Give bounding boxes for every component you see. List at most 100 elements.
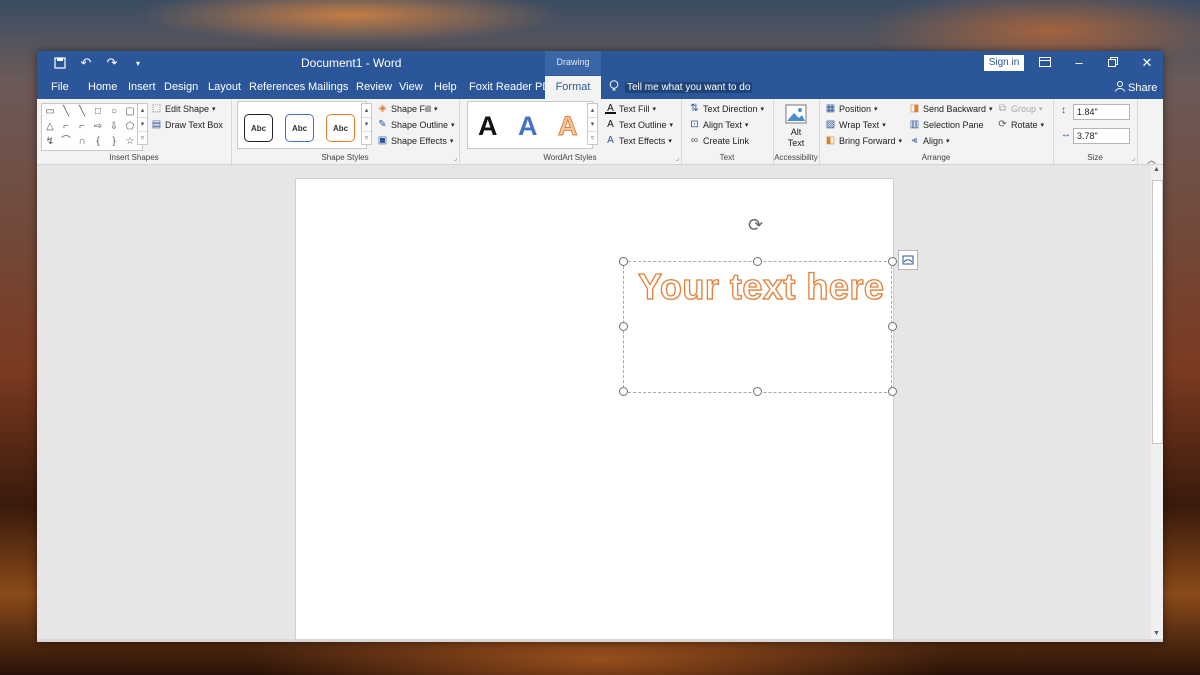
tab-design[interactable]: Design: [164, 81, 198, 93]
selection-pane-button[interactable]: ▥ Selection Pane: [909, 119, 984, 130]
line-shape-icon[interactable]: ╲: [60, 106, 72, 118]
tab-file[interactable]: File: [51, 81, 69, 93]
create-link-button[interactable]: ∞ Create Link: [689, 135, 749, 146]
alt-text-button[interactable]: Alt Text: [773, 127, 819, 149]
freeform-shape-icon[interactable]: ↯: [44, 136, 56, 148]
rectangle-shape-icon[interactable]: □: [92, 106, 104, 118]
tab-references[interactable]: References: [249, 81, 305, 93]
tab-help[interactable]: Help: [434, 81, 457, 93]
document-page[interactable]: ⟳ Your text here: [295, 178, 918, 639]
edit-shape-button[interactable]: ⬚ Edit Shape ▾: [151, 103, 216, 114]
text-effects-button[interactable]: A Text Effects ▾: [605, 135, 672, 146]
triangle-shape-icon[interactable]: △: [44, 121, 56, 133]
text-outline-button[interactable]: A Text Outline ▾: [605, 119, 673, 130]
tab-insert[interactable]: Insert: [128, 81, 156, 93]
shape-height-input[interactable]: 1.84": [1073, 104, 1130, 120]
tab-mailings[interactable]: Mailings: [308, 81, 348, 93]
resize-handle-top-left[interactable]: [619, 257, 628, 266]
wordart-style-black[interactable]: A: [478, 111, 498, 142]
ribbon-display-options-icon[interactable]: [1031, 54, 1059, 72]
draw-text-box-button[interactable]: ▤ Draw Text Box: [151, 119, 223, 130]
shape-style-2[interactable]: Abc: [285, 114, 314, 142]
shape-effects-button[interactable]: ▣ Shape Effects ▾: [377, 135, 454, 146]
wordart-style-blue[interactable]: A: [518, 111, 538, 142]
close-icon[interactable]: ✕: [1133, 54, 1161, 72]
tab-foxit-reader-pdf[interactable]: Foxit Reader PDF: [469, 81, 557, 93]
elbow-arrow-icon[interactable]: ⌐: [76, 121, 88, 133]
resize-handle-bottom[interactable]: [753, 387, 762, 396]
elbow-connector-icon[interactable]: ⌐: [60, 121, 72, 133]
star-shape-icon[interactable]: ☆: [124, 136, 136, 148]
tab-review[interactable]: Review: [356, 81, 392, 93]
more-icon[interactable]: ▿: [138, 132, 147, 145]
resize-handle-top[interactable]: [753, 257, 762, 266]
wordart-text[interactable]: Your text here: [637, 265, 884, 308]
send-backward-button[interactable]: ◨ Send Backward ▾: [909, 103, 993, 114]
shape-outline-button[interactable]: ✎ Shape Outline ▾: [377, 119, 454, 130]
resize-handle-bottom-right[interactable]: [888, 387, 897, 396]
right-brace-icon[interactable]: }: [108, 136, 120, 148]
vertical-scroll-thumb[interactable]: [1152, 180, 1163, 444]
save-icon[interactable]: [49, 54, 71, 72]
layout-options-button[interactable]: [898, 250, 918, 270]
shapes-gallery[interactable]: ▭ ╲ ╲ □ ○ ▢ △ ⌐ ⌐ ⇨ ⇩ ⬠ ↯ ⌒ ∩ { } ☆: [41, 103, 143, 151]
tell-me-box[interactable]: Tell me what you want to do: [609, 80, 753, 95]
scroll-up-icon[interactable]: ▴: [588, 104, 597, 118]
shape-styles-gallery[interactable]: Abc Abc Abc: [237, 101, 367, 149]
shape-fill-button[interactable]: ◈ Shape Fill ▾: [377, 103, 438, 114]
scroll-up-arrow-icon[interactable]: ▲: [1153, 166, 1160, 173]
tab-view[interactable]: View: [399, 81, 423, 93]
wordart-style-orange-outline[interactable]: A: [558, 111, 578, 142]
resize-handle-top-right[interactable]: [888, 257, 897, 266]
wrap-text-button[interactable]: ▨ Wrap Text ▾: [825, 119, 886, 130]
resize-handle-right[interactable]: [888, 322, 897, 331]
text-direction-button[interactable]: ⇅ Text Direction ▾: [689, 103, 764, 114]
tab-format[interactable]: Format: [545, 76, 601, 99]
scroll-down-icon[interactable]: ▾: [362, 118, 371, 132]
curve-shape-icon[interactable]: ∩: [76, 136, 88, 148]
resize-handle-bottom-left[interactable]: [619, 387, 628, 396]
scroll-up-icon[interactable]: ▴: [138, 104, 147, 118]
scroll-up-icon[interactable]: ▴: [362, 104, 371, 118]
group-button[interactable]: ⧉ Group ▾: [997, 103, 1043, 114]
tab-home[interactable]: Home: [88, 81, 117, 93]
left-brace-icon[interactable]: {: [92, 136, 104, 148]
shape-style-3[interactable]: Abc: [326, 114, 355, 142]
text-box-selection[interactable]: Your text here: [623, 261, 892, 393]
wordart-gallery[interactable]: A A A: [467, 101, 593, 149]
pentagon-shape-icon[interactable]: ⬠: [124, 121, 136, 133]
scroll-down-arrow-icon[interactable]: ▼: [1153, 630, 1160, 637]
customize-qat-icon[interactable]: ▾: [127, 54, 149, 72]
more-icon[interactable]: ▿: [588, 132, 597, 145]
text-fill-button[interactable]: A Text Fill ▾: [605, 103, 656, 114]
dialog-launcher-icon[interactable]: ⌟: [676, 154, 679, 162]
share-button[interactable]: Share: [1115, 81, 1157, 95]
wordart-gallery-scroll[interactable]: ▴ ▾ ▿: [587, 103, 598, 145]
dialog-launcher-icon[interactable]: ⌟: [1132, 154, 1135, 162]
alt-text-icon[interactable]: [785, 104, 807, 124]
shape-width-input[interactable]: 3.78": [1073, 128, 1130, 144]
shape-styles-gallery-scroll[interactable]: ▴ ▾ ▿: [361, 103, 372, 145]
tab-layout[interactable]: Layout: [208, 81, 241, 93]
bring-forward-button[interactable]: ◧ Bring Forward ▾: [825, 135, 902, 146]
shapes-gallery-scroll[interactable]: ▴ ▾ ▿: [137, 103, 148, 145]
resize-handle-left[interactable]: [619, 322, 628, 331]
scroll-down-icon[interactable]: ▾: [588, 118, 597, 132]
scroll-down-icon[interactable]: ▾: [138, 118, 147, 132]
rotation-handle-icon[interactable]: ⟳: [748, 215, 763, 236]
undo-icon[interactable]: ↶: [75, 54, 97, 72]
rotate-button[interactable]: ⟳ Rotate ▾: [997, 119, 1044, 130]
vertical-scrollbar[interactable]: ▲ ▼: [1151, 165, 1163, 639]
shape-style-1[interactable]: Abc: [244, 114, 273, 142]
arrow-line-shape-icon[interactable]: ╲: [76, 106, 88, 118]
align-text-button[interactable]: ⊡ Align Text ▾: [689, 119, 748, 130]
restore-icon[interactable]: [1099, 54, 1127, 72]
down-arrow-shape-icon[interactable]: ⇩: [108, 121, 120, 133]
position-button[interactable]: ▦ Position ▾: [825, 103, 878, 114]
align-button[interactable]: ⫷ Align ▾: [909, 135, 950, 146]
sign-in-button[interactable]: Sign in: [984, 55, 1024, 71]
oval-shape-icon[interactable]: ○: [108, 106, 120, 118]
rounded-rect-shape-icon[interactable]: ▢: [124, 106, 136, 118]
dialog-launcher-icon[interactable]: ⌟: [454, 154, 457, 162]
textbox-shape-icon[interactable]: ▭: [44, 106, 56, 118]
